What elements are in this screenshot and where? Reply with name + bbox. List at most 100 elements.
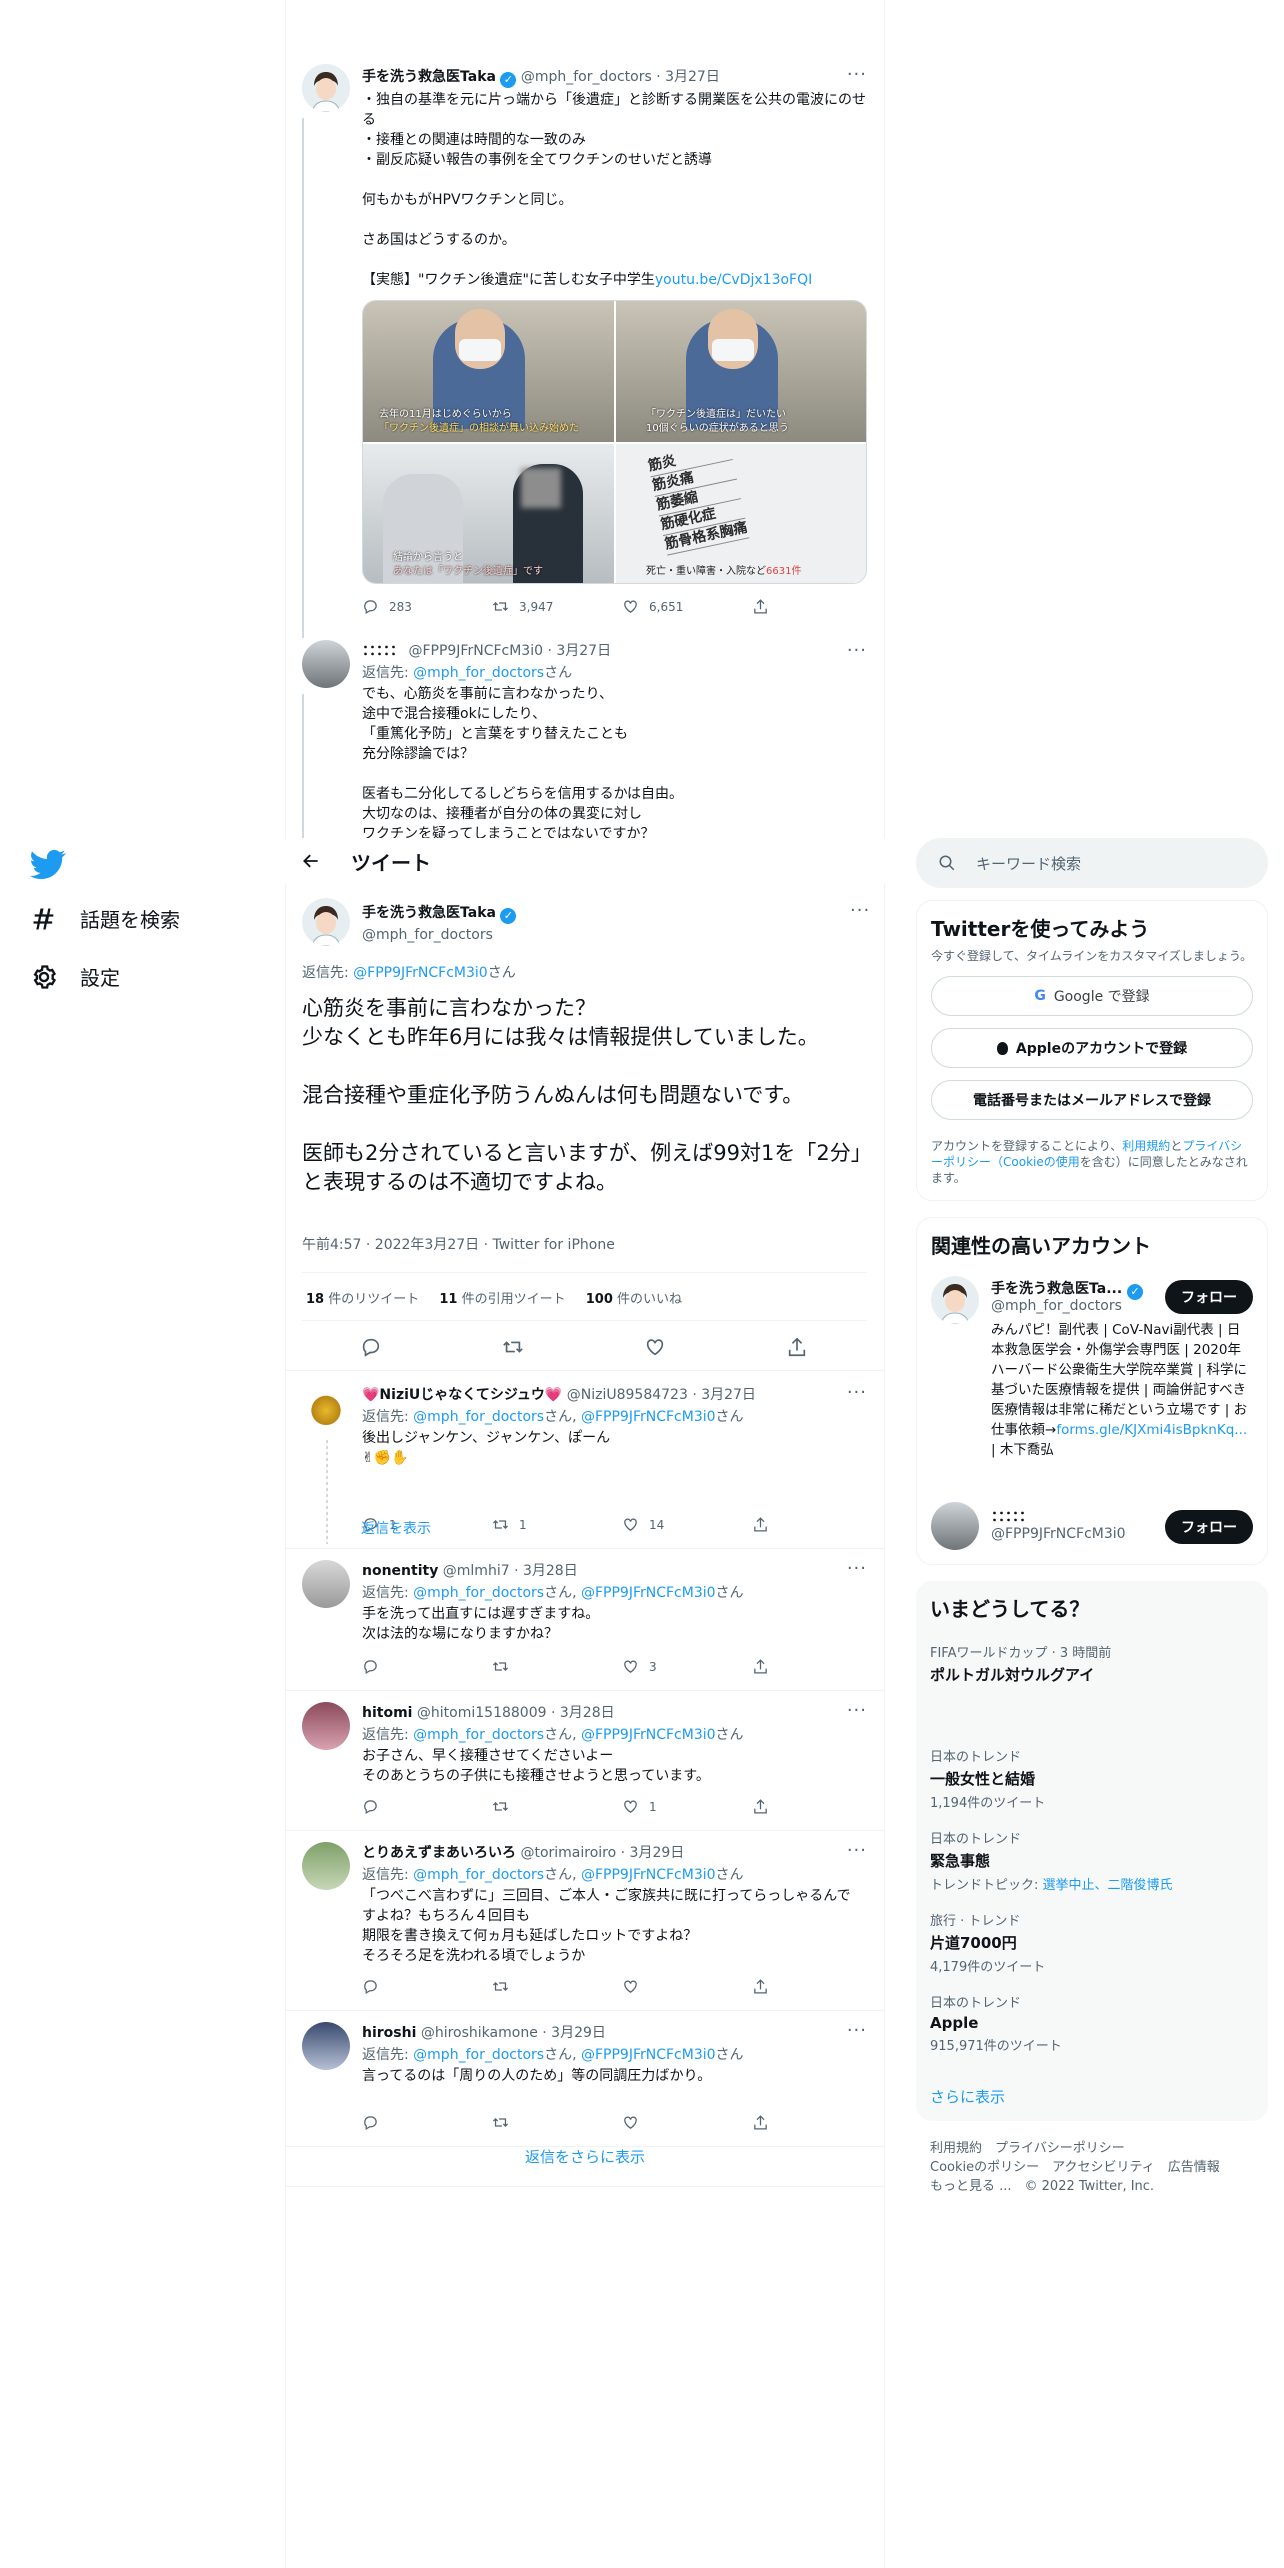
like-button[interactable]	[622, 2114, 752, 2131]
share-button[interactable]	[752, 598, 882, 615]
avatar[interactable]	[302, 64, 350, 112]
retweet-button[interactable]: 1	[492, 1516, 622, 1533]
account-name[interactable]: ：：：：：	[991, 1506, 1033, 1526]
media-image-2[interactable]: 「ワクチン後遺症は」だいたい 10個ぐらいの症状があると思う	[616, 301, 866, 442]
share-button[interactable]	[752, 1978, 882, 1995]
reply-button[interactable]	[362, 1798, 492, 1815]
reply-to-link[interactable]: @mph_for_doctors	[413, 2047, 544, 2063]
retweet-button[interactable]	[492, 2114, 622, 2131]
follow-button[interactable]: フォロー	[1165, 1510, 1253, 1544]
trend-item[interactable]: FIFAワールドカップ · 3 時間前 ポルトガル対ウルグアイ	[930, 1642, 1254, 1746]
author-handle[interactable]: @mph_for_doctors	[521, 69, 652, 85]
bio-link[interactable]: forms.gle/KJXmi4isBpknKq...	[1056, 1422, 1247, 1438]
author-handle[interactable]: @FPP9JFrNCFcM3i0	[408, 643, 543, 659]
reply-to-link[interactable]: @FPP9JFrNCFcM3i0	[581, 1867, 716, 1883]
like-button[interactable]	[622, 1978, 752, 1995]
google-signup-button[interactable]: G Google で登録	[931, 976, 1253, 1016]
like-stat[interactable]: 100 件のいいね	[586, 1292, 682, 1307]
share-button[interactable]	[752, 1516, 882, 1533]
show-replies-link[interactable]: 返信を表示	[361, 1518, 431, 1538]
tweet-link[interactable]: youtu.be/CvDjx13oFQI	[655, 272, 812, 288]
tweet-date[interactable]: · 3月27日	[656, 69, 720, 85]
avatar[interactable]	[302, 1560, 350, 1608]
reply-button[interactable]	[362, 1978, 492, 1995]
avatar[interactable]	[302, 2022, 350, 2070]
reply-to-link[interactable]: @mph_for_doctors	[413, 1867, 544, 1883]
author-handle[interactable]: @mlmhi7	[443, 1563, 510, 1579]
author-handle[interactable]: @mph_for_doctors	[362, 927, 516, 943]
heart-icon[interactable]	[644, 1336, 666, 1358]
author-handle[interactable]: @hiroshikamone	[421, 2025, 538, 2041]
account-handle[interactable]: @mph_for_doctors	[991, 1298, 1122, 1314]
reply-to-link[interactable]: @FPP9JFrNCFcM3i0	[581, 1727, 716, 1743]
like-button[interactable]: 14	[622, 1516, 752, 1533]
author-name[interactable]: nonentity	[362, 1563, 438, 1579]
twitter-logo-icon[interactable]	[30, 846, 66, 882]
reply-tweet[interactable]: hitomi @hitomi15188009 · 3月28日 返信先: @mph…	[285, 1690, 885, 1830]
show-more-replies-link[interactable]: 返信をさらに表示	[285, 2146, 885, 2167]
tweet-date[interactable]: · 3月27日	[547, 643, 611, 659]
footer-line[interactable]: 利用規約 プライバシーポリシー	[930, 2139, 1268, 2158]
back-arrow-icon[interactable]	[301, 851, 321, 871]
share-icon[interactable]	[786, 1336, 808, 1358]
retweet-button[interactable]	[492, 1798, 622, 1815]
author-handle[interactable]: @NiziU89584723	[567, 1387, 688, 1403]
author-name[interactable]: 手を洗う救急医Taka	[362, 69, 496, 85]
reply-to-link[interactable]: @mph_for_doctors	[413, 1409, 544, 1425]
tweet-date[interactable]: · 3月28日	[551, 1705, 615, 1721]
media-image-1[interactable]: 去年の11月はじめぐらいから 「ワクチン後遺症」の相談が舞い込み始めた	[363, 301, 614, 442]
reply-icon[interactable]	[360, 1336, 382, 1358]
nav-settings[interactable]: 設定	[30, 962, 120, 991]
more-icon[interactable]: ···	[847, 2020, 867, 2041]
reply-button[interactable]	[362, 1658, 492, 1675]
avatar[interactable]	[302, 898, 350, 946]
trend-topic-link[interactable]: 選挙中止、二階俊博氏	[1043, 1878, 1173, 1893]
author-name[interactable]: とりあえずまあいろいろ	[362, 1845, 516, 1861]
search-box[interactable]: キーワード検索	[916, 838, 1268, 888]
retweet-icon[interactable]	[502, 1336, 524, 1358]
author-name[interactable]: hiroshi	[362, 2025, 416, 2041]
author-handle[interactable]: @torimairoiro	[520, 1845, 616, 1861]
reply-to-link[interactable]: @FPP9JFrNCFcM3i0	[581, 1585, 716, 1601]
more-icon[interactable]: ···	[847, 1700, 867, 1721]
tweet-date[interactable]: · 3月29日	[542, 2025, 606, 2041]
author-name[interactable]: 手を洗う救急医Taka	[362, 905, 496, 921]
retweet-stat[interactable]: 18 件のリツイート	[306, 1292, 419, 1307]
show-more-trends[interactable]: さらに表示	[930, 2086, 1254, 2107]
tweet-date[interactable]: · 3月28日	[514, 1563, 578, 1579]
more-icon[interactable]: ···	[847, 640, 867, 661]
avatar[interactable]	[302, 640, 350, 688]
reply-to-link[interactable]: @FPP9JFrNCFcM3i0	[581, 1409, 716, 1425]
author-name[interactable]: 💗NiziUじゃなくてシジュウ💗	[362, 1387, 562, 1403]
retweet-button[interactable]: 3,947	[492, 598, 622, 615]
avatar[interactable]	[302, 1842, 350, 1890]
media-grid[interactable]: 去年の11月はじめぐらいから 「ワクチン後遺症」の相談が舞い込み始めた 「ワクチ…	[362, 300, 867, 584]
follow-button[interactable]: フォロー	[1165, 1280, 1253, 1314]
trend-item[interactable]: 旅行 · トレンド 片道7000円 4,179件のツイート	[930, 1910, 1254, 1992]
reply-to-link[interactable]: @FPP9JFrNCFcM3i0	[353, 965, 488, 981]
terms-link[interactable]: 利用規約	[1122, 1139, 1170, 1153]
phone-signup-button[interactable]: 電話番号またはメールアドレスで登録	[931, 1080, 1253, 1120]
more-icon[interactable]: ···	[847, 1840, 867, 1861]
trend-item[interactable]: 日本のトレンド 緊急事態 トレンドトピック: 選挙中止、二階俊博氏	[930, 1828, 1254, 1910]
media-image-3[interactable]: 結論から言うと あなたは「ワクチン後遺症」です	[363, 444, 614, 583]
avatar[interactable]	[302, 1702, 350, 1750]
like-button[interactable]: 1	[622, 1798, 752, 1815]
share-button[interactable]	[752, 2114, 882, 2131]
avatar[interactable]	[931, 1502, 979, 1550]
author-handle[interactable]: @hitomi15188009	[417, 1705, 547, 1721]
more-icon[interactable]: ···	[847, 1382, 867, 1403]
share-button[interactable]	[752, 1798, 882, 1815]
reply-tweet[interactable]: とりあえずまあいろいろ @torimairoiro · 3月29日 返信先: @…	[285, 1830, 885, 2010]
tweet-date[interactable]: · 3月27日	[692, 1387, 756, 1403]
share-button[interactable]	[752, 1658, 882, 1675]
nav-explore[interactable]: 話題を検索	[30, 904, 180, 933]
footer-line[interactable]: もっと見る ... © 2022 Twitter, Inc.	[930, 2177, 1268, 2196]
footer-line[interactable]: Cookieのポリシー アクセシビリティ 広告情報	[930, 2158, 1268, 2177]
like-button[interactable]: 6,651	[622, 598, 752, 615]
reply-tweet[interactable]: nonentity @mlmhi7 · 3月28日 返信先: @mph_for_…	[285, 1548, 885, 1690]
more-icon[interactable]: ···	[847, 64, 867, 85]
author-name[interactable]: ：：：：：	[362, 643, 404, 659]
reply-to-link[interactable]: @mph_for_doctors	[413, 1727, 544, 1743]
reply-to-link[interactable]: @FPP9JFrNCFcM3i0	[581, 2047, 716, 2063]
